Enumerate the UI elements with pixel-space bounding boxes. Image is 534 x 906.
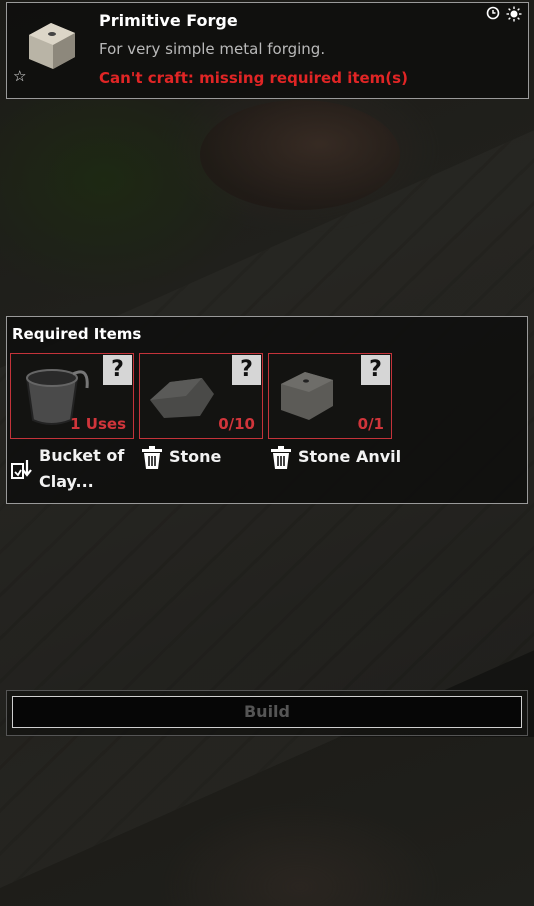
header-icons [486, 6, 522, 22]
background-rock [200, 100, 400, 210]
slot-label-bucket[interactable]: Bucket of Clay... [11, 443, 124, 495]
build-bar: Build [6, 690, 528, 736]
stone-icon [150, 378, 214, 418]
recipe-description: For very simple metal forging. [99, 40, 326, 58]
swap-icon [11, 458, 33, 480]
slot-label-stone-anvil[interactable]: Stone Anvil [270, 443, 401, 470]
slot-label-text: Stone [169, 446, 222, 466]
unknown-item-badge: ? [103, 355, 132, 385]
slot-quantity: 0/1 [357, 415, 384, 433]
unknown-item-badge: ? [361, 355, 390, 385]
trash-icon [141, 445, 163, 469]
slot-quantity: 1 Uses [70, 415, 126, 433]
build-button[interactable]: Build [12, 696, 522, 728]
craft-status: Can't craft: missing required item(s) [99, 69, 408, 87]
slot-label-line1: Bucket of [39, 446, 125, 465]
slot-label-text: Stone Anvil [298, 446, 402, 466]
sun-icon [506, 6, 522, 22]
required-slot-stone-anvil[interactable]: ? 0/1 [268, 353, 392, 439]
stone-anvil-icon [281, 372, 333, 420]
primitive-forge-icon [29, 23, 75, 69]
trash-icon [270, 445, 292, 469]
clock-icon [486, 6, 500, 20]
required-items-panel: Required Items ? 1 Uses Bucket of Clay...… [6, 316, 528, 504]
recipe-header: ☆ Primitive Forge For very simple metal … [6, 2, 529, 99]
favorite-star-icon[interactable]: ☆ [13, 69, 26, 84]
required-slot-bucket[interactable]: ? 1 Uses [10, 353, 134, 439]
required-items-title: Required Items [12, 325, 142, 343]
recipe-title: Primitive Forge [99, 11, 238, 30]
slot-label-stone[interactable]: Stone [141, 443, 221, 470]
slot-quantity: 0/10 [218, 415, 255, 433]
slot-label-line2: Clay... [39, 472, 94, 491]
required-slot-stone[interactable]: ? 0/10 [139, 353, 263, 439]
unknown-item-badge: ? [232, 355, 261, 385]
